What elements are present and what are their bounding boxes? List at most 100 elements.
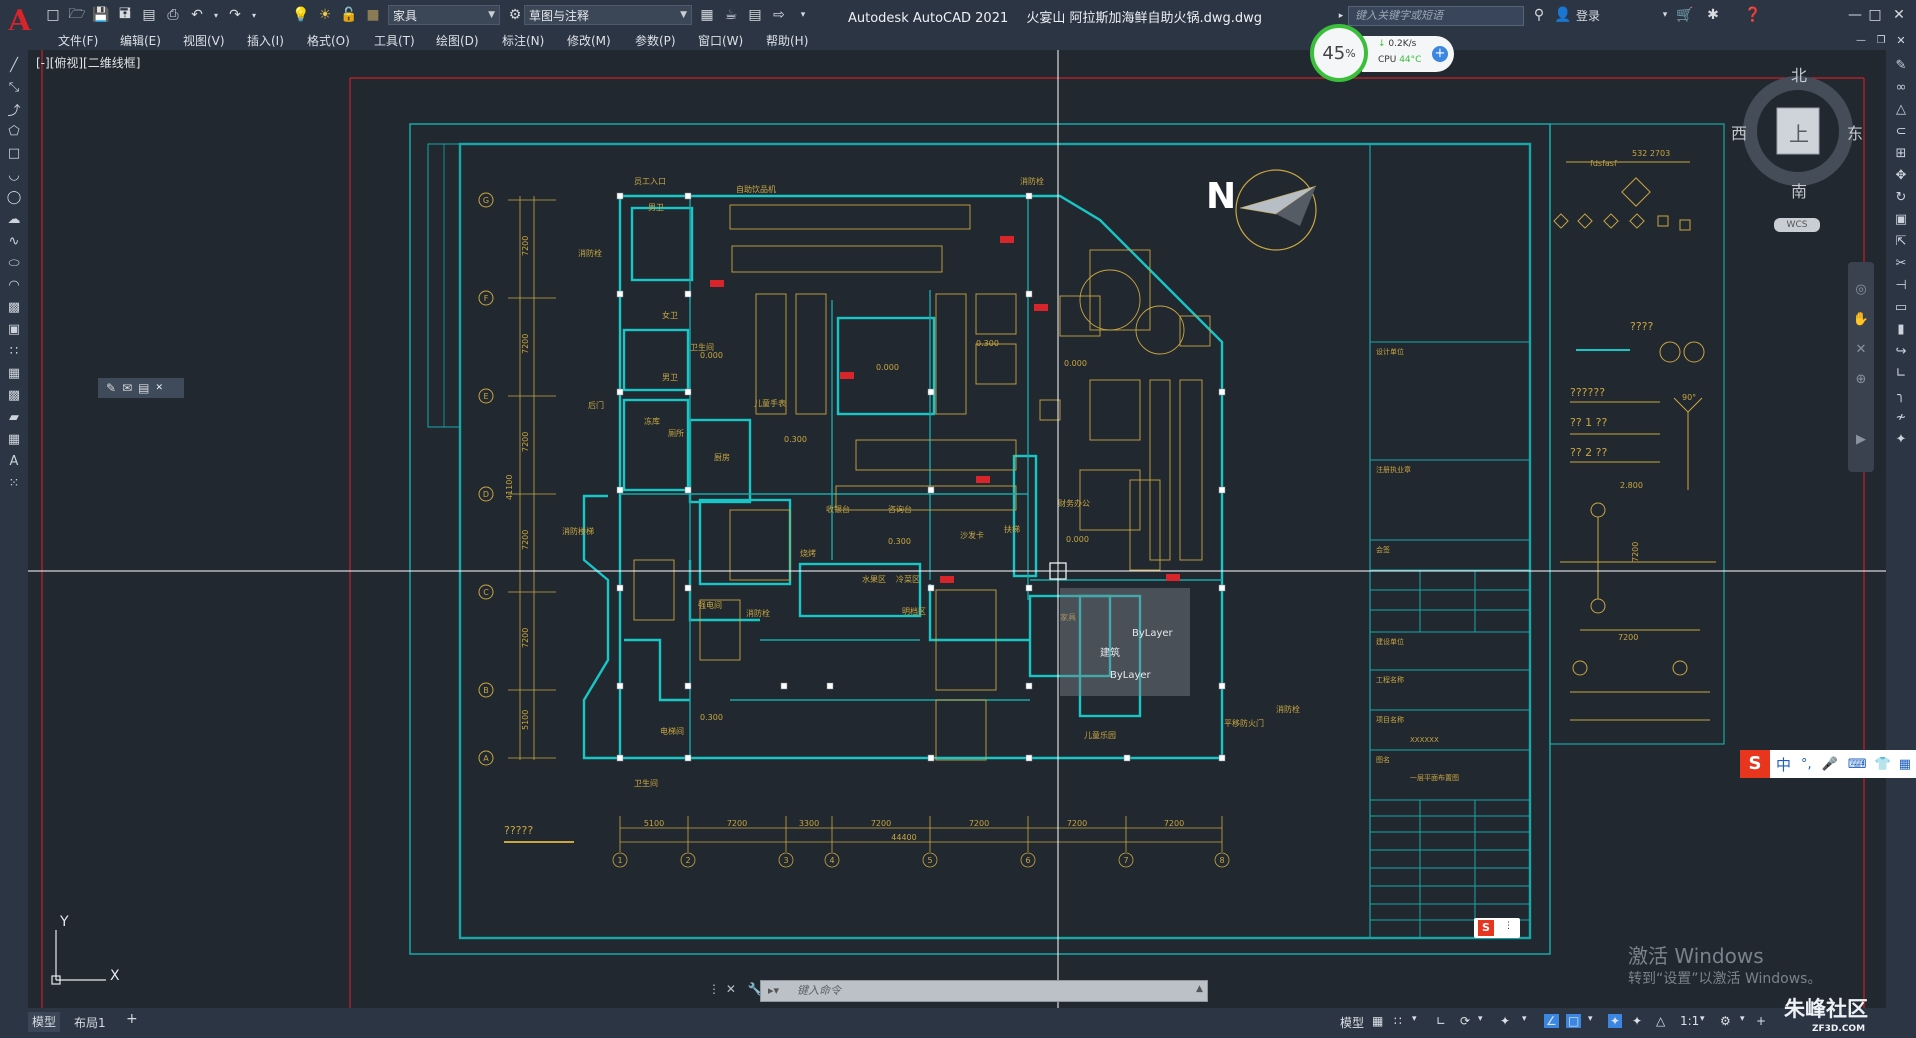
annotation-monitor-icon[interactable]: + [1756, 1014, 1766, 1028]
viewcube-top-face[interactable]: 上 [1789, 118, 1809, 147]
auto-scale-icon[interactable]: ✦ [1632, 1014, 1642, 1028]
join-icon[interactable]: ↪ [1892, 342, 1910, 360]
mtext-icon[interactable]: A [5, 452, 23, 470]
revcloud-icon[interactable]: ☁ [5, 210, 23, 228]
chevron-down-icon[interactable]: ▾ [1522, 1014, 1527, 1024]
layer-state-icon[interactable]: ✉ [122, 381, 132, 395]
layer-properties-icon[interactable]: ✎ [106, 381, 116, 395]
mirror-icon[interactable]: △ [1892, 100, 1910, 118]
web-mobile-icon[interactable]: ▤ [140, 6, 158, 24]
menu-tools[interactable]: 工具(T) [374, 32, 415, 49]
rotate-icon[interactable]: ↻ [1892, 188, 1910, 206]
compass-east[interactable]: 东 [1847, 120, 1863, 144]
add-selected-icon[interactable]: ⁙ [5, 474, 23, 492]
ime-mini-indicator[interactable]: S ⋮ [1474, 918, 1520, 938]
viewport-label[interactable]: [-][俯视][二维线框] [36, 54, 140, 71]
object-snap-icon[interactable]: □ [1566, 1014, 1582, 1028]
ime-toolbar[interactable]: S 中 °, 🎤 ⌨ 👕 ▦ [1740, 750, 1916, 778]
customize-dropdown-icon[interactable]: ▾ [794, 6, 812, 24]
menu-insert[interactable]: 插入(I) [247, 32, 284, 49]
plot-icon[interactable]: ⎙ [164, 6, 182, 24]
teapot-icon[interactable]: ☕ [722, 6, 740, 24]
compass-north[interactable]: 北 [1791, 62, 1807, 86]
save-as-icon[interactable]: 🖬 [116, 6, 134, 24]
save-icon[interactable]: 💾 [92, 6, 110, 24]
sun-icon[interactable]: ☀ [316, 6, 334, 24]
polar-icon[interactable]: ⟳ [1460, 1014, 1470, 1028]
chevron-down-icon[interactable]: ▾ [1478, 1014, 1483, 1024]
wcs-menu[interactable]: WCS [1774, 218, 1820, 232]
search-icon[interactable]: ⚲ [1530, 6, 1548, 24]
break-at-point-icon[interactable]: ▮ [1892, 320, 1910, 338]
skin-icon[interactable]: 👕 [1875, 757, 1891, 772]
polyline-icon[interactable]: ⤴ [5, 100, 23, 119]
hatch-icon[interactable]: ▦ [5, 364, 23, 382]
explode-icon[interactable]: ✦ [1892, 430, 1910, 448]
ortho-icon[interactable]: ∟ [1436, 1014, 1446, 1028]
grid-icon[interactable]: ▦ [1372, 1014, 1383, 1028]
object-snap-tracking-icon[interactable]: ∠ [1544, 1014, 1559, 1028]
ime-mode[interactable]: 中 [1776, 754, 1791, 775]
menu-dimension[interactable]: 标注(N) [502, 32, 544, 49]
trim-icon[interactable]: ✂ [1892, 254, 1910, 272]
chevron-down-icon[interactable]: ▾ [1656, 6, 1674, 24]
command-history-icon[interactable]: ▲ [1196, 984, 1203, 994]
point-icon[interactable]: ∷ [5, 342, 23, 360]
fillet-icon[interactable]: ╮ [1892, 386, 1910, 404]
performance-widget[interactable]: ↓ 0.2K/s CPU 44°C + 45% [1310, 24, 1456, 82]
undo-dropdown-icon[interactable]: ▾ [212, 6, 220, 24]
workspace-gear-icon[interactable]: ⚙ [1720, 1014, 1731, 1028]
construction-line-icon[interactable]: ⤡ [5, 78, 23, 96]
polygon-icon[interactable]: ⬠ [5, 122, 23, 140]
cart-icon[interactable]: 🛒 [1676, 6, 1694, 24]
tab-layout1[interactable]: 布局1 [74, 1014, 106, 1031]
menu-window[interactable]: 窗口(W) [698, 32, 743, 49]
command-prompt-icon[interactable]: ▸▾ [768, 984, 779, 997]
blend-curves-icon[interactable]: ≁ [1892, 408, 1910, 426]
menu-format[interactable]: 格式(O) [307, 32, 350, 49]
user-icon[interactable]: 👤 [1554, 6, 1572, 24]
toolbox-icon[interactable]: ▦ [1899, 757, 1911, 772]
compass-south[interactable]: 南 [1791, 178, 1807, 202]
scale-icon[interactable]: ▣ [1892, 210, 1910, 228]
add-layout-icon[interactable]: + [126, 1011, 138, 1027]
chevron-down-icon[interactable]: ▾ [1700, 1014, 1705, 1024]
gradient-icon[interactable]: ▩ [5, 386, 23, 404]
model-space-button[interactable]: 模型 [1340, 1014, 1364, 1031]
annotation-scale-value[interactable]: 1:1 [1680, 1014, 1699, 1028]
orbit-icon[interactable]: ⊕ [1852, 370, 1870, 388]
arc-icon[interactable]: ◡ [5, 166, 23, 184]
chevron-down-icon[interactable]: ▾ [1740, 1014, 1745, 1024]
search-input[interactable]: 键入关键字或短语 [1348, 6, 1524, 26]
workspace-combo[interactable]: 草图与注释 ▼ [524, 5, 692, 25]
array-icon[interactable]: ⊞ [1892, 144, 1910, 162]
maximize-icon[interactable]: □ [1866, 6, 1884, 24]
lightbulb-icon[interactable]: 💡 [292, 6, 310, 24]
share-icon[interactable]: ⇨ [770, 6, 788, 24]
layer-match-icon[interactable]: ▤ [138, 381, 149, 395]
isodraft-icon[interactable]: ✦ [1500, 1014, 1510, 1028]
annotation-visibility-icon[interactable]: ✦ [1608, 1014, 1623, 1028]
tab-model[interactable]: 模型 [28, 1012, 61, 1032]
viewcube[interactable]: 北 南 东 西 上 [1731, 66, 1863, 201]
redo-dropdown-icon[interactable]: ▾ [250, 6, 258, 24]
close-drawing-icon[interactable]: ✕ [1892, 31, 1910, 49]
offset-icon[interactable]: ⊂ [1892, 122, 1910, 140]
move-icon[interactable]: ✥ [1892, 166, 1910, 184]
menu-view[interactable]: 视图(V) [183, 32, 225, 49]
help-icon[interactable]: ❓ [1744, 6, 1762, 24]
command-close-icon[interactable]: ✕ [726, 982, 736, 996]
snap-icon[interactable]: ∷ [1394, 1014, 1402, 1028]
menu-edit[interactable]: 编辑(E) [120, 32, 161, 49]
close-icon[interactable]: ✕ [155, 383, 163, 393]
command-input[interactable]: 键入命令 [760, 980, 1208, 1002]
drawing-canvas[interactable]: 设计单位 注册执业章 会签 建设单位 工程名称 项目名称 XXXXXX 图名 一… [28, 50, 1886, 1008]
open-folder-icon[interactable]: 🗁 [68, 6, 86, 24]
steering-wheel-icon[interactable]: ◎ [1852, 280, 1870, 298]
layers-icon[interactable]: ▤ [746, 6, 764, 24]
stretch-icon[interactable]: ⇱ [1892, 232, 1910, 250]
gear-icon[interactable]: ⚙ [506, 6, 524, 24]
circle-icon[interactable]: ◯ [5, 188, 23, 206]
make-block-icon[interactable]: ▣ [5, 320, 23, 338]
layer-combo[interactable]: 家具 ▼ [388, 5, 500, 25]
